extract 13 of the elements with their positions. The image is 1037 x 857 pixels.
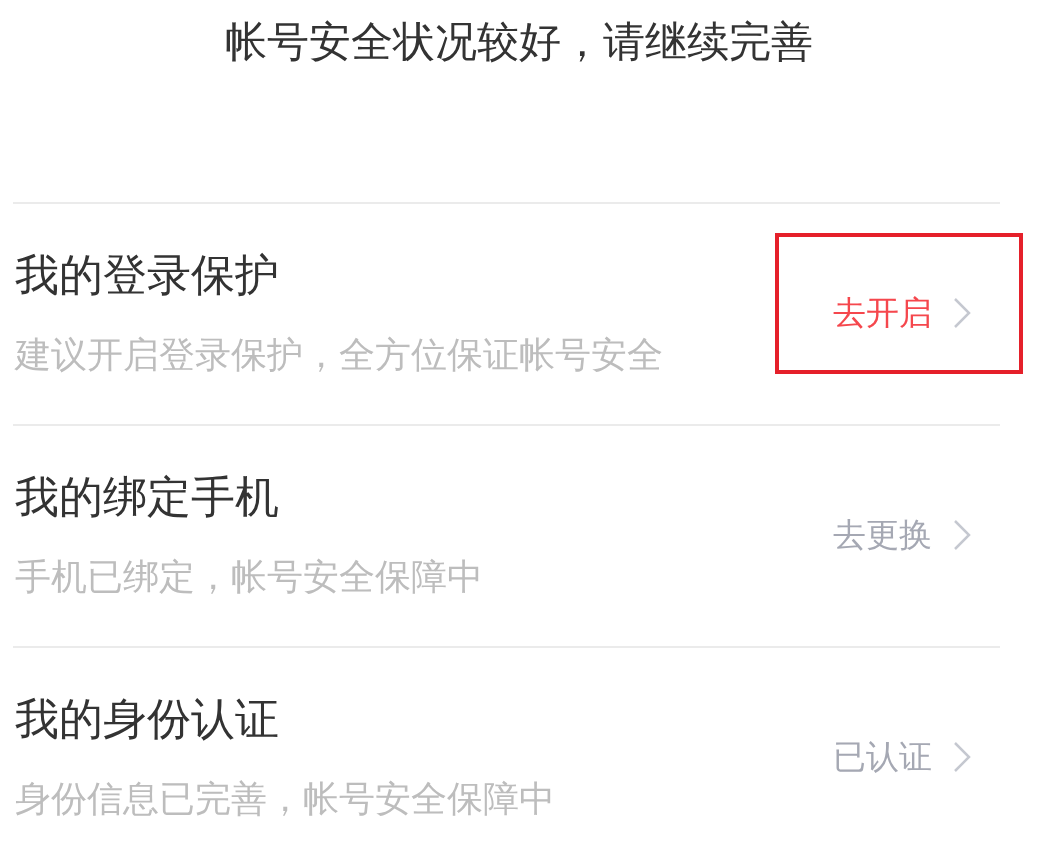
item-title: 我的绑定手机 — [15, 471, 279, 523]
action-link[interactable]: 去开启 — [833, 293, 972, 333]
item-title: 我的身份认证 — [15, 693, 279, 745]
action-link[interactable]: 已认证 — [833, 737, 972, 777]
item-description: 手机已绑定，帐号安全保障中 — [15, 555, 483, 599]
item-description: 建议开启登录保护，全方位保证帐号安全 — [15, 333, 663, 377]
chevron-right-icon — [952, 741, 972, 773]
action-link[interactable]: 去更换 — [833, 515, 972, 555]
item-description: 身份信息已完善，帐号安全保障中 — [15, 777, 555, 821]
page-title: 帐号安全状况较好，请继续完善 — [224, 17, 813, 67]
chevron-right-icon — [952, 297, 972, 329]
item-title: 我的登录保护 — [15, 249, 279, 301]
chevron-right-icon — [952, 519, 972, 551]
